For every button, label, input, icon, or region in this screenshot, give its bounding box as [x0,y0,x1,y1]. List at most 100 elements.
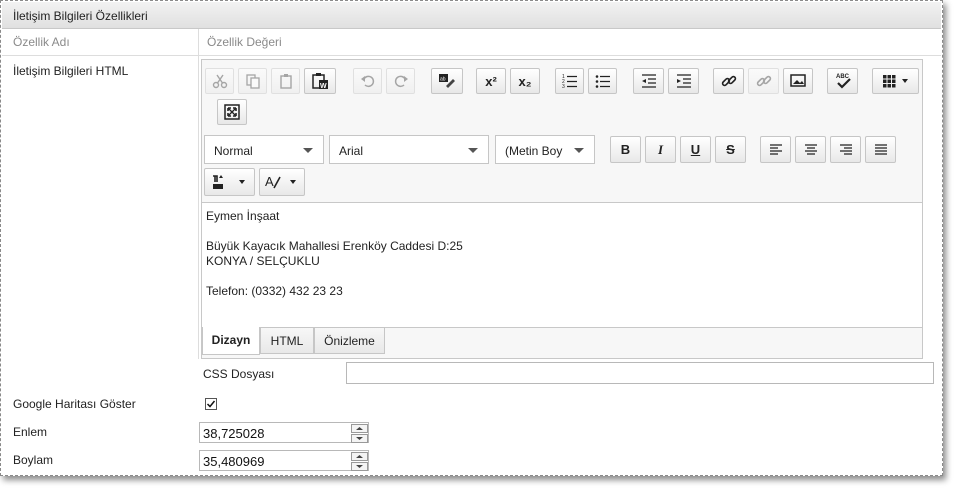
copy-button[interactable] [238,68,267,94]
longitude-spinner[interactable] [351,452,368,471]
html-property-label: İletişim Bilgileri HTML [13,64,129,78]
spellcheck-label: ABC [836,74,850,80]
longitude-value: 35,480969 [203,454,265,469]
copy-icon [245,74,260,89]
column-header-name: Özellik Adı [13,35,70,49]
outdent-button[interactable] [633,68,664,94]
spellcheck-button[interactable]: ABC [827,68,858,94]
align-right-button[interactable] [830,136,861,163]
spin-down-icon[interactable] [351,434,368,443]
link-button[interactable] [713,68,744,94]
bold-button[interactable]: B [610,136,641,163]
chevron-down-icon [238,180,245,184]
strikethrough-button[interactable]: S [715,136,746,163]
align-left-button[interactable] [760,136,791,163]
text-direction-button[interactable] [204,168,255,196]
unlink-button[interactable] [748,68,779,94]
column-divider [198,29,199,359]
maximize-button[interactable] [217,99,247,125]
latitude-spinner[interactable] [351,424,368,443]
chevron-down-icon [303,148,313,153]
align-center-icon [804,143,817,155]
scissors-icon [212,74,227,89]
clipboard-icon [279,74,292,89]
format-select[interactable]: Normal [204,135,324,164]
editor-content[interactable]: Eymen İnşaat Büyük Kayacık Mahallesi Ere… [202,202,922,328]
tab-html[interactable]: HTML [260,327,314,354]
outdent-icon [641,74,656,88]
css-file-input[interactable] [346,362,934,384]
content-line-company: Eymen İnşaat [206,209,280,223]
bullet-list-button[interactable] [588,68,617,94]
paste-from-word-button[interactable]: W [304,68,336,94]
undo-icon [360,75,374,88]
spellcheck-icon: ABC [836,74,851,89]
justify-button[interactable] [865,136,896,163]
map-toggle-checkbox[interactable] [205,398,217,410]
undo-button[interactable] [353,68,382,94]
align-left-icon [769,143,782,155]
image-button[interactable] [783,68,813,94]
spin-up-icon[interactable] [351,424,368,433]
html-editor: W ab x² x₂ 123 ABC Normal Arial (Metin B… [201,59,923,359]
column-header-value: Özellik Değeri [207,35,282,49]
spell-options-icon: A [265,174,296,189]
content-line-address: Büyük Kayacık Mahallesi Erenköy Caddesi … [206,239,463,253]
table-button[interactable] [872,68,919,94]
redo-button[interactable] [386,68,415,94]
maximize-icon [224,104,240,120]
longitude-label: Boylam [13,453,54,467]
bullet-list-icon [595,75,610,88]
chevron-down-icon [468,148,478,153]
tab-preview[interactable]: Önizleme [314,327,385,354]
panel-header: İletişim Bilgileri Özellikleri [2,2,941,29]
underline-button[interactable]: U [680,136,711,163]
paste-word-icon: W [312,73,328,90]
font-size-select-value: (Metin Boy [505,144,563,158]
align-center-button[interactable] [795,136,826,163]
header-divider [2,55,941,56]
redo-icon [394,75,408,88]
table-grid-icon [882,75,908,88]
font-select-value: Arial [339,144,364,158]
align-right-icon [839,143,852,155]
format-select-value: Normal [214,144,253,158]
latitude-input[interactable]: 38,725028 [199,422,369,443]
font-size-select[interactable]: (Metin Boy [495,135,595,164]
unlink-icon [756,75,771,87]
latitude-label: Enlem [13,425,48,439]
subscript-button[interactable]: x₂ [510,68,540,94]
italic-button[interactable]: I [645,136,676,163]
image-icon [790,74,806,87]
chevron-down-icon [290,180,296,184]
find-replace-button[interactable]: ab [431,68,463,94]
spell-options-button[interactable]: A [259,168,305,196]
editor-mode-tabs: Dizayn HTML Önizleme [202,327,922,357]
find-replace-icon: ab [439,74,455,88]
longitude-input[interactable]: 35,480969 [199,450,369,471]
superscript-button[interactable]: x² [476,68,506,94]
font-select[interactable]: Arial [329,135,489,164]
italic-label: I [657,141,664,157]
svg-text:3: 3 [562,84,565,89]
paste-button[interactable] [271,68,300,94]
subscript-label: x₂ [518,73,532,89]
text-direction-icon [212,175,245,189]
numbered-list-icon: 123 [562,74,577,89]
chevron-down-icon [574,148,584,153]
properties-panel: İletişim Bilgileri Özellikleri Özellik A… [0,0,943,476]
underline-label: U [690,142,701,157]
latitude-value: 38,725028 [203,426,265,441]
indent-icon [676,74,691,88]
chevron-down-icon [901,79,908,83]
svg-text:A: A [265,174,274,189]
checkmark-icon [206,400,216,408]
numbered-list-button[interactable]: 123 [555,68,584,94]
spin-down-icon[interactable] [351,462,368,471]
map-toggle-label: Google Haritası Göster [13,397,136,411]
indent-button[interactable] [668,68,699,94]
link-icon [721,75,736,87]
cut-button[interactable] [205,68,234,94]
tab-design[interactable]: Dizayn [202,327,260,355]
spin-up-icon[interactable] [351,452,368,461]
